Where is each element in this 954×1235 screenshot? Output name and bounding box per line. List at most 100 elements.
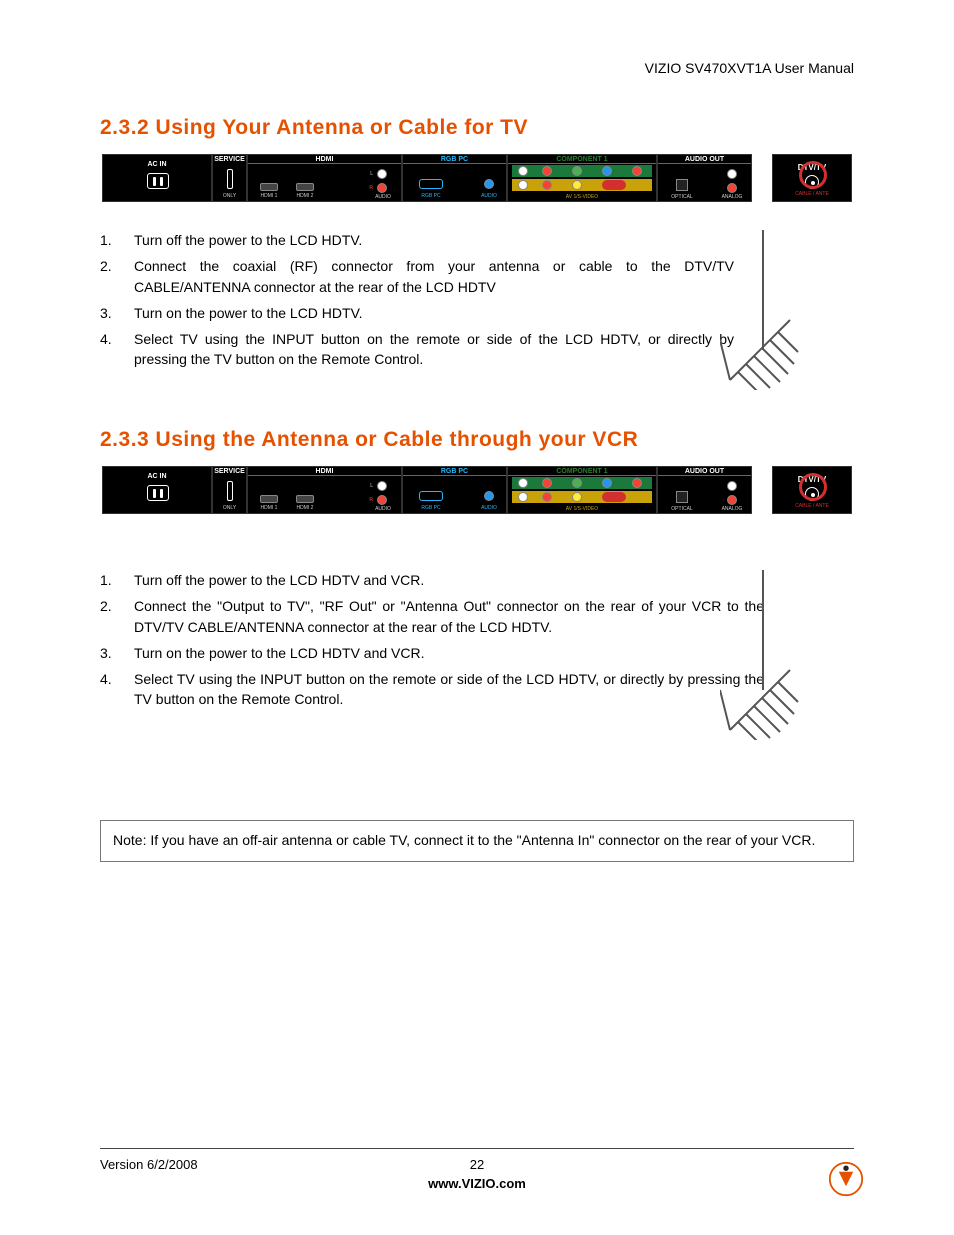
hdmi-audio-r-jack bbox=[377, 495, 387, 505]
port-label-rgb-sub: RGB PC bbox=[417, 193, 445, 199]
comp-r-jack bbox=[542, 166, 552, 176]
port-label-component: COMPONENT 1 bbox=[508, 468, 656, 476]
av-l-jack bbox=[518, 180, 528, 190]
comp-l-jack bbox=[518, 478, 528, 488]
port-label-av: AV 1/S-VIDEO bbox=[508, 194, 656, 200]
port-label-r: R bbox=[369, 497, 373, 503]
note-box: Note: If you have an off-air antenna or … bbox=[100, 820, 854, 862]
av-r-jack bbox=[542, 180, 552, 190]
port-label-service: SERVICE bbox=[213, 156, 246, 163]
rgb-port-icon bbox=[419, 179, 443, 189]
section-heading-233: 2.3.3 Using the Antenna or Cable through… bbox=[100, 428, 854, 452]
port-label-analog: ANALOG bbox=[719, 506, 745, 512]
comp-y-jack bbox=[572, 166, 582, 176]
av-l-jack bbox=[518, 492, 528, 502]
step-number: 2. bbox=[100, 256, 134, 297]
port-label-av: AV 1/S-VIDEO bbox=[508, 506, 656, 512]
port-label-hdmi2: HDMI 2 bbox=[292, 505, 318, 511]
port-label-optical: OPTICAL bbox=[670, 194, 694, 200]
ac-in-port-icon bbox=[147, 485, 169, 501]
rgb-port-icon bbox=[419, 491, 443, 501]
svideo-jack bbox=[602, 180, 626, 190]
section-heading-232: 2.3.2 Using Your Antenna or Cable for TV bbox=[100, 116, 854, 140]
port-label-analog: ANALOG bbox=[719, 194, 745, 200]
svideo-jack bbox=[602, 492, 626, 502]
port-label-service: SERVICE bbox=[213, 468, 246, 475]
port-label-hdmi: HDMI bbox=[248, 468, 401, 476]
port-label-ac: AC IN bbox=[103, 161, 211, 168]
port-label-hdmi-audio: AUDIO bbox=[371, 194, 395, 200]
port-label-l: L bbox=[370, 171, 373, 177]
port-label-component: COMPONENT 1 bbox=[508, 156, 656, 164]
comp-y-jack bbox=[572, 478, 582, 488]
dtv-highlight-circle bbox=[799, 473, 827, 501]
antenna-icon bbox=[720, 300, 810, 390]
port-label-hdmi2: HDMI 2 bbox=[292, 193, 318, 199]
port-label-rgb-audio: AUDIO bbox=[478, 505, 500, 511]
vizio-logo-icon bbox=[828, 1161, 864, 1197]
analog-r-jack bbox=[727, 183, 737, 193]
port-label-service-only: ONLY bbox=[213, 193, 246, 199]
optical-port-icon bbox=[676, 491, 688, 503]
service-port-icon bbox=[227, 169, 233, 189]
step-number: 1. bbox=[100, 570, 134, 590]
port-label-audioout: AUDIO OUT bbox=[658, 156, 751, 164]
port-label-hdmi-audio: AUDIO bbox=[371, 506, 395, 512]
port-label-hdmi1: HDMI 1 bbox=[256, 193, 282, 199]
port-label-hdmi: HDMI bbox=[248, 156, 401, 164]
port-label-l: L bbox=[370, 483, 373, 489]
ac-in-port-icon bbox=[147, 173, 169, 189]
port-label-rgb-sub: RGB PC bbox=[417, 505, 445, 511]
comp-pr-jack bbox=[632, 478, 642, 488]
hdmi-audio-l-jack bbox=[377, 481, 387, 491]
step-number: 4. bbox=[100, 329, 134, 370]
optical-port-icon bbox=[676, 179, 688, 191]
port-label-service-only: ONLY bbox=[213, 505, 246, 511]
step-number: 3. bbox=[100, 303, 134, 323]
port-label-ac: AC IN bbox=[103, 473, 211, 480]
port-label-audioout: AUDIO OUT bbox=[658, 468, 751, 476]
antenna-icon bbox=[720, 650, 810, 740]
hdmi1-port-icon bbox=[260, 495, 278, 503]
analog-l-jack bbox=[727, 169, 737, 179]
rear-panel-diagram-2: AC IN SERVICE ONLY HDMI HDMI 1 HDMI 2 L … bbox=[102, 466, 852, 514]
port-label-r: R bbox=[369, 185, 373, 191]
footer-page-number: 22 bbox=[417, 1157, 537, 1172]
step-number: 2. bbox=[100, 596, 134, 637]
port-label-hdmi1: HDMI 1 bbox=[256, 505, 282, 511]
hdmi2-port-icon bbox=[296, 183, 314, 191]
comp-l-jack bbox=[518, 166, 528, 176]
step-text: Turn off the power to the LCD HDTV and V… bbox=[134, 570, 854, 590]
service-port-icon bbox=[227, 481, 233, 501]
port-label-rgb: RGB PC bbox=[403, 156, 506, 164]
hdmi2-port-icon bbox=[296, 495, 314, 503]
comp-pb-jack bbox=[602, 478, 612, 488]
comp-pr-jack bbox=[632, 166, 642, 176]
comp-pb-jack bbox=[602, 166, 612, 176]
footer-url: www.VIZIO.com bbox=[100, 1176, 854, 1191]
rgb-audio-jack bbox=[484, 491, 494, 501]
step-number: 1. bbox=[100, 230, 134, 250]
hdmi-audio-l-jack bbox=[377, 169, 387, 179]
port-label-rgb: RGB PC bbox=[403, 468, 506, 476]
step-text: Turn off the power to the LCD HDTV. bbox=[134, 230, 854, 250]
analog-l-jack bbox=[727, 481, 737, 491]
hdmi1-port-icon bbox=[260, 183, 278, 191]
rear-panel-diagram-1: AC IN SERVICE ONLY HDMI HDMI 1 HDMI 2 L … bbox=[102, 154, 852, 202]
comp-r-jack bbox=[542, 478, 552, 488]
step-number: 4. bbox=[100, 669, 134, 710]
hdmi-audio-r-jack bbox=[377, 183, 387, 193]
analog-r-jack bbox=[727, 495, 737, 505]
av-video-jack bbox=[572, 492, 582, 502]
page-header: VIZIO SV470XVT1A User Manual bbox=[100, 60, 854, 76]
port-label-rgb-audio: AUDIO bbox=[478, 193, 500, 199]
av-video-jack bbox=[572, 180, 582, 190]
step-number: 3. bbox=[100, 643, 134, 663]
dtv-highlight-circle bbox=[799, 161, 827, 189]
footer-version: Version 6/2/2008 bbox=[100, 1157, 417, 1172]
page-footer: Version 6/2/2008 22 www.VIZIO.com bbox=[100, 1148, 854, 1191]
rgb-audio-jack bbox=[484, 179, 494, 189]
port-label-dtv-sub: CABLE / ANTE bbox=[773, 503, 851, 509]
port-label-dtv-sub: CABLE / ANTE bbox=[773, 191, 851, 197]
av-r-jack bbox=[542, 492, 552, 502]
